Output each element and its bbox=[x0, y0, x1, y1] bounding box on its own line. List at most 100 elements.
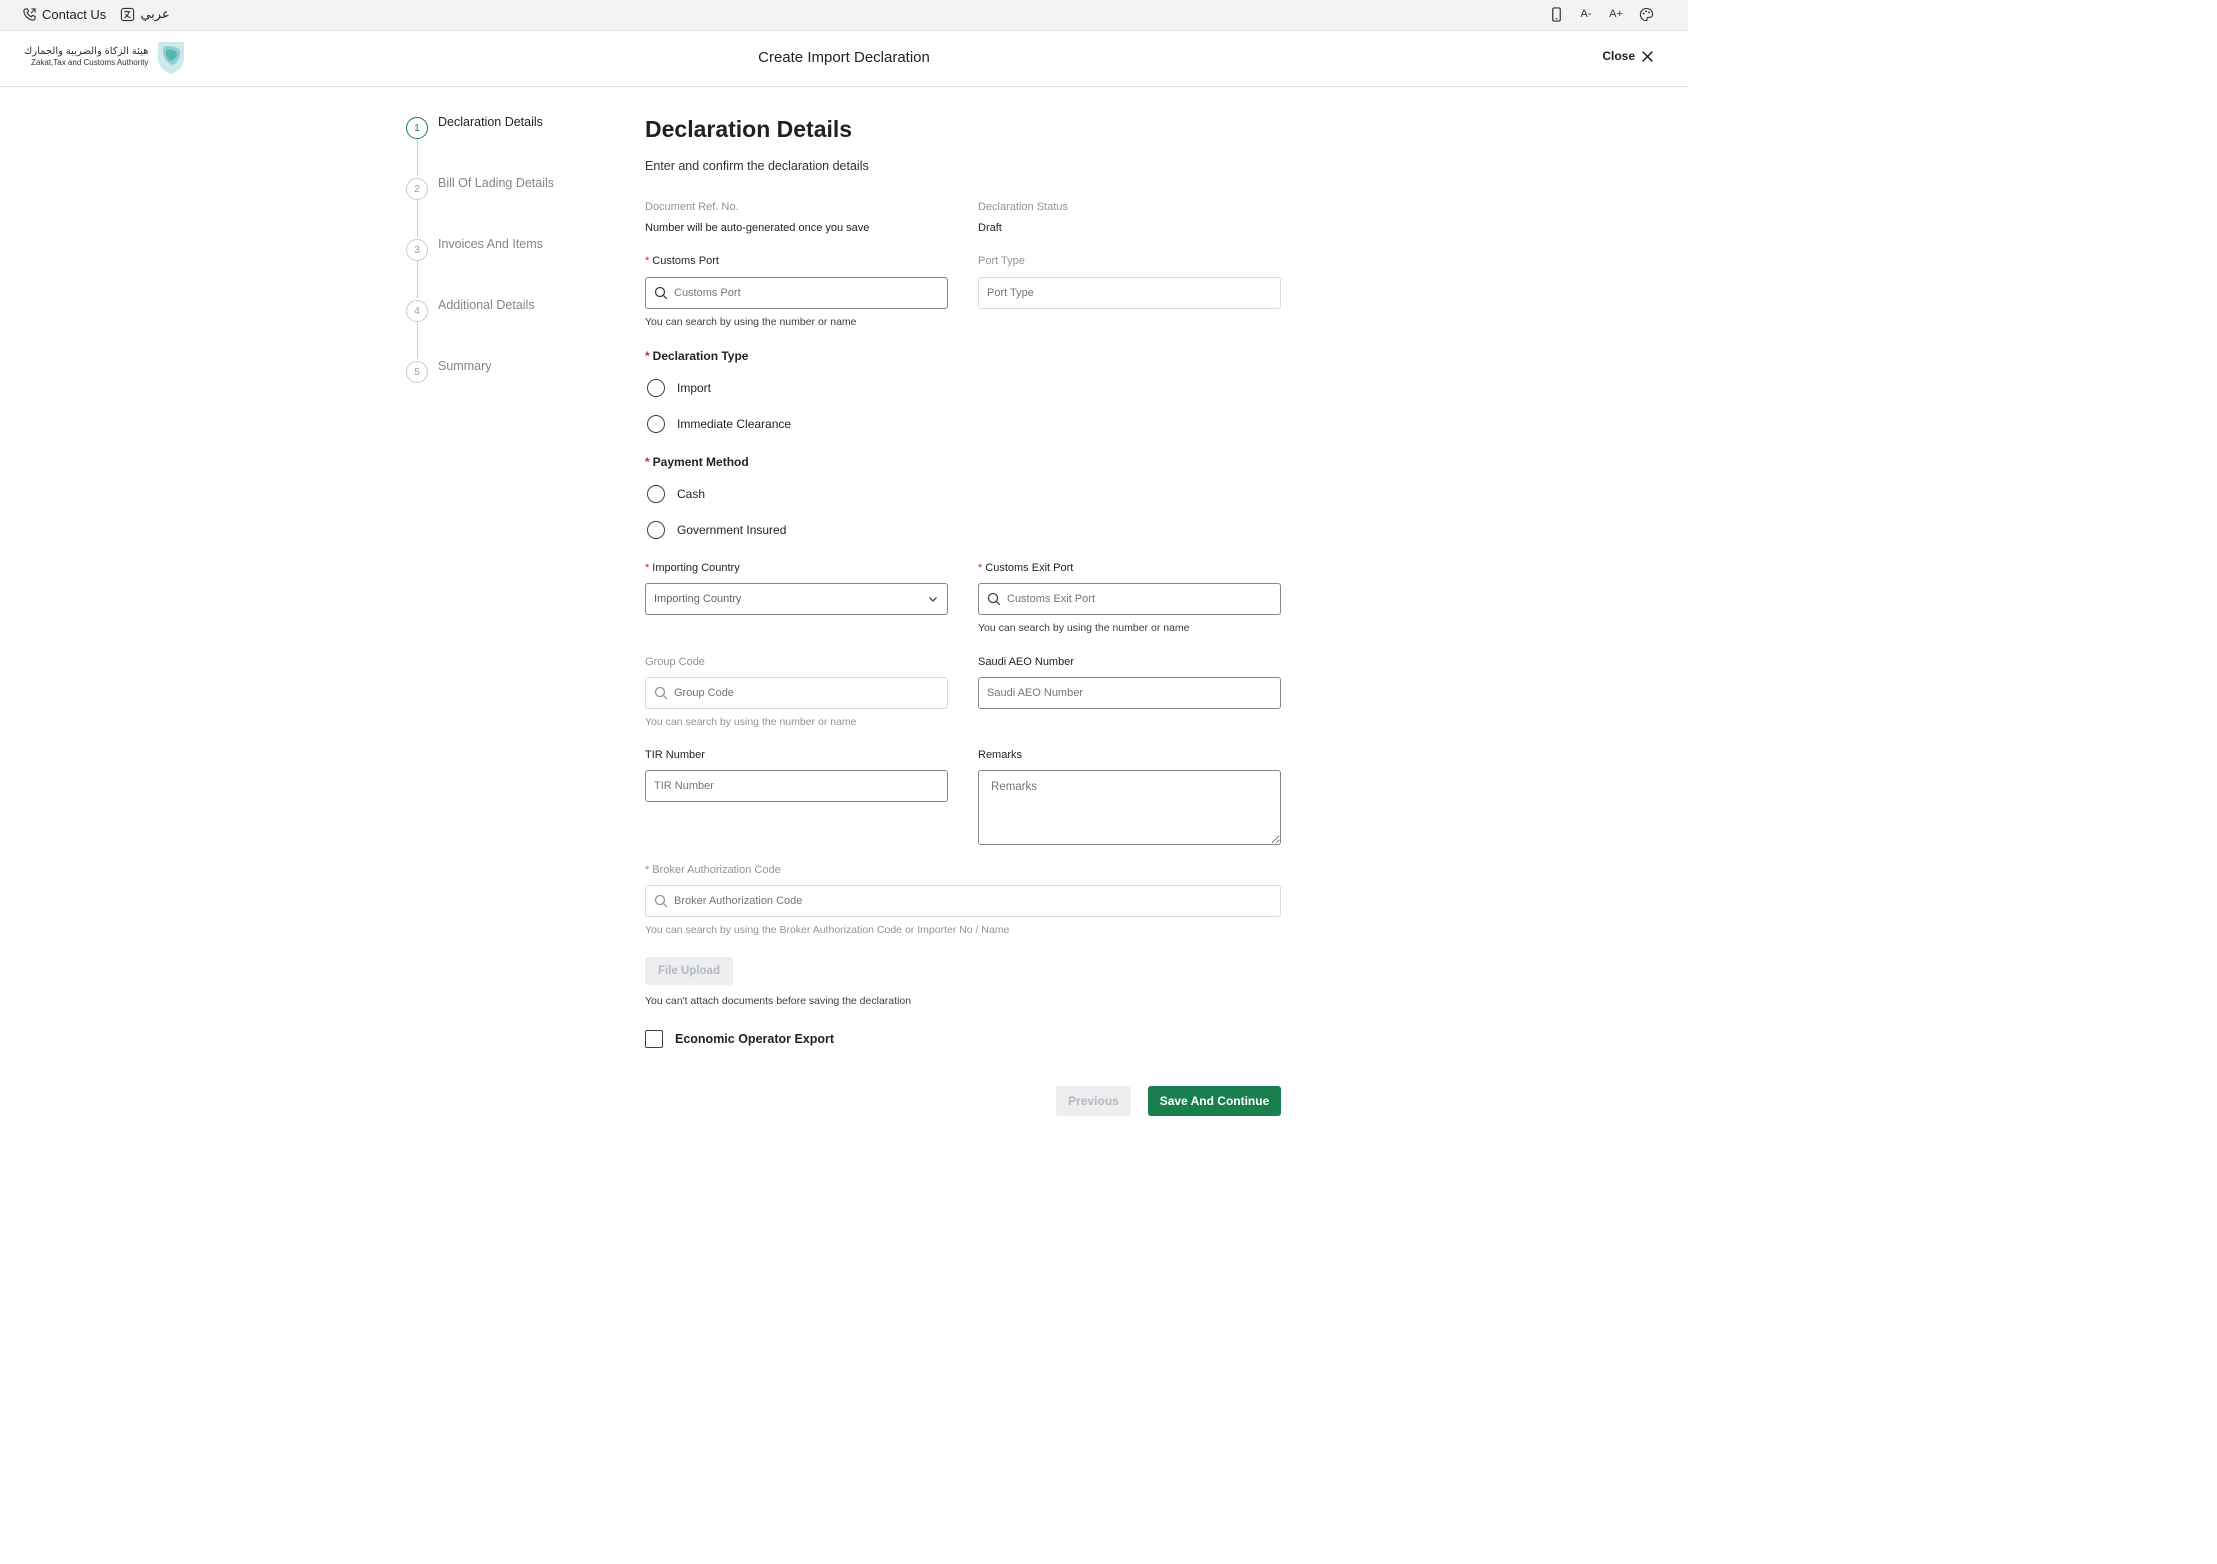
importing-country-label: * Importing Country bbox=[645, 562, 740, 574]
step-connector bbox=[417, 261, 418, 298]
aeo-field[interactable] bbox=[978, 677, 1281, 709]
required-mark: * bbox=[645, 864, 650, 876]
close-icon bbox=[1642, 50, 1653, 62]
broker-input bbox=[674, 895, 1272, 907]
radio-circle[interactable] bbox=[647, 521, 665, 539]
status-value: Draft bbox=[978, 222, 1002, 234]
close-button[interactable]: Close bbox=[1602, 49, 1654, 63]
doc-ref-value: Number will be auto-generated once you s… bbox=[645, 222, 870, 234]
contact-us-label: Contact Us bbox=[42, 6, 107, 22]
remarks-textarea[interactable] bbox=[979, 771, 1280, 844]
palette-icon[interactable] bbox=[1638, 6, 1654, 22]
previous-button[interactable]: Previous bbox=[1056, 1086, 1131, 1116]
declaration-type-label: * Declaration Type bbox=[645, 349, 749, 363]
close-label: Close bbox=[1602, 49, 1635, 63]
step-declaration-details[interactable]: 1 Declaration Details bbox=[406, 115, 554, 176]
font-decrease-icon[interactable]: A- bbox=[1578, 6, 1594, 22]
search-icon bbox=[654, 894, 668, 908]
font-increase-icon[interactable]: A+ bbox=[1608, 6, 1624, 22]
importing-country-select[interactable]: Importing Country bbox=[645, 583, 948, 615]
port-type-input bbox=[987, 287, 1272, 299]
radio-government-insured[interactable]: Government Insured bbox=[647, 521, 786, 539]
port-type-field bbox=[978, 277, 1281, 309]
exit-port-input[interactable] bbox=[1007, 593, 1272, 605]
step-connector bbox=[417, 200, 418, 237]
save-and-continue-button[interactable]: Save And Continue bbox=[1148, 1086, 1281, 1116]
remarks-label: Remarks bbox=[978, 749, 1023, 761]
customs-port-input[interactable] bbox=[674, 287, 939, 299]
doc-ref-label: Document Ref. No. bbox=[645, 201, 739, 213]
form-subtitle: Enter and confirm the declaration detail… bbox=[645, 159, 869, 173]
customs-port-hint: You can search by using the number or na… bbox=[645, 316, 857, 328]
tir-input[interactable] bbox=[654, 780, 939, 792]
required-mark: * bbox=[645, 255, 650, 267]
step-number: 4 bbox=[406, 300, 428, 322]
group-code-hint: You can search by using the number or na… bbox=[645, 716, 857, 728]
checkbox-box[interactable] bbox=[645, 1030, 663, 1048]
step-summary[interactable]: 5 Summary bbox=[406, 359, 554, 420]
radio-import[interactable]: Import bbox=[647, 379, 711, 397]
step-bill-of-lading-details[interactable]: 2 Bill Of Lading Details bbox=[406, 176, 554, 237]
customs-port-label: * Customs Port bbox=[645, 255, 719, 267]
radio-immediate-clearance[interactable]: Immediate Clearance bbox=[647, 415, 791, 433]
exit-port-field[interactable] bbox=[978, 583, 1281, 615]
top-utility-bar: Contact Us عربي A- A+ bbox=[0, 0, 1688, 31]
required-mark: * bbox=[978, 562, 983, 574]
customs-port-field[interactable] bbox=[645, 277, 948, 309]
step-label: Bill Of Lading Details bbox=[438, 176, 555, 190]
required-mark: * bbox=[645, 349, 650, 363]
radio-circle[interactable] bbox=[647, 415, 665, 433]
search-icon bbox=[987, 592, 1001, 606]
step-label: Additional Details bbox=[438, 298, 535, 312]
step-additional-details[interactable]: 4 Additional Details bbox=[406, 298, 554, 359]
required-mark: * bbox=[645, 455, 650, 469]
search-icon bbox=[654, 686, 668, 700]
step-number: 5 bbox=[406, 361, 428, 383]
group-code-label: Group Code bbox=[645, 656, 705, 668]
importing-country-placeholder: Importing Country bbox=[654, 593, 742, 605]
status-label: Declaration Status bbox=[978, 201, 1068, 213]
step-invoices-and-items[interactable]: 3 Invoices And Items bbox=[406, 237, 554, 298]
step-label: Invoices And Items bbox=[438, 237, 543, 251]
broker-hint: You can search by using the Broker Autho… bbox=[645, 924, 1010, 936]
phone-icon bbox=[23, 7, 36, 21]
aeo-input[interactable] bbox=[987, 687, 1272, 699]
remarks-field[interactable] bbox=[978, 770, 1281, 845]
exit-port-label: * Customs Exit Port bbox=[978, 562, 1074, 574]
port-type-label: Port Type bbox=[978, 255, 1025, 267]
step-number: 2 bbox=[406, 178, 428, 200]
exit-port-hint: You can search by using the number or na… bbox=[978, 622, 1190, 634]
translate-icon bbox=[121, 7, 135, 21]
page-title: Create Import Declaration bbox=[758, 49, 930, 66]
tir-field[interactable] bbox=[645, 770, 948, 802]
contact-us-link[interactable]: Contact Us bbox=[22, 7, 106, 22]
tir-label: TIR Number bbox=[645, 749, 705, 761]
group-code-field bbox=[645, 677, 948, 709]
radio-circle[interactable] bbox=[647, 379, 665, 397]
economic-operator-export-checkbox[interactable]: Economic Operator Export bbox=[645, 1030, 834, 1048]
radio-cash[interactable]: Cash bbox=[647, 485, 705, 503]
step-number: 1 bbox=[406, 117, 428, 139]
step-connector bbox=[417, 322, 418, 359]
radio-label: Government Insured bbox=[677, 523, 787, 537]
step-label: Summary bbox=[438, 359, 492, 373]
chevron-down-icon bbox=[929, 597, 937, 602]
aeo-label: Saudi AEO Number bbox=[978, 656, 1074, 668]
required-mark: * bbox=[645, 562, 650, 574]
step-connector bbox=[417, 139, 418, 176]
progress-stepper: 1 Declaration Details 2 Bill Of Lading D… bbox=[406, 115, 554, 420]
radio-circle[interactable] bbox=[647, 485, 665, 503]
mobile-icon[interactable] bbox=[1548, 6, 1564, 22]
language-label: عربي bbox=[140, 6, 170, 21]
file-upload-button[interactable]: File Upload bbox=[645, 957, 733, 985]
search-icon bbox=[654, 286, 668, 300]
step-label: Declaration Details bbox=[438, 115, 543, 129]
step-number: 3 bbox=[406, 239, 428, 261]
file-upload-hint: You can't attach documents before saving… bbox=[645, 995, 912, 1007]
radio-label: Import bbox=[677, 381, 712, 395]
radio-label: Immediate Clearance bbox=[677, 417, 792, 431]
page-header: هيئة الزكاة والضريبة والجمارك Zakat,Tax … bbox=[0, 31, 1688, 87]
checkbox-label: Economic Operator Export bbox=[675, 1032, 835, 1046]
form-title: Declaration Details bbox=[645, 116, 853, 142]
language-switch[interactable]: عربي bbox=[120, 6, 170, 22]
